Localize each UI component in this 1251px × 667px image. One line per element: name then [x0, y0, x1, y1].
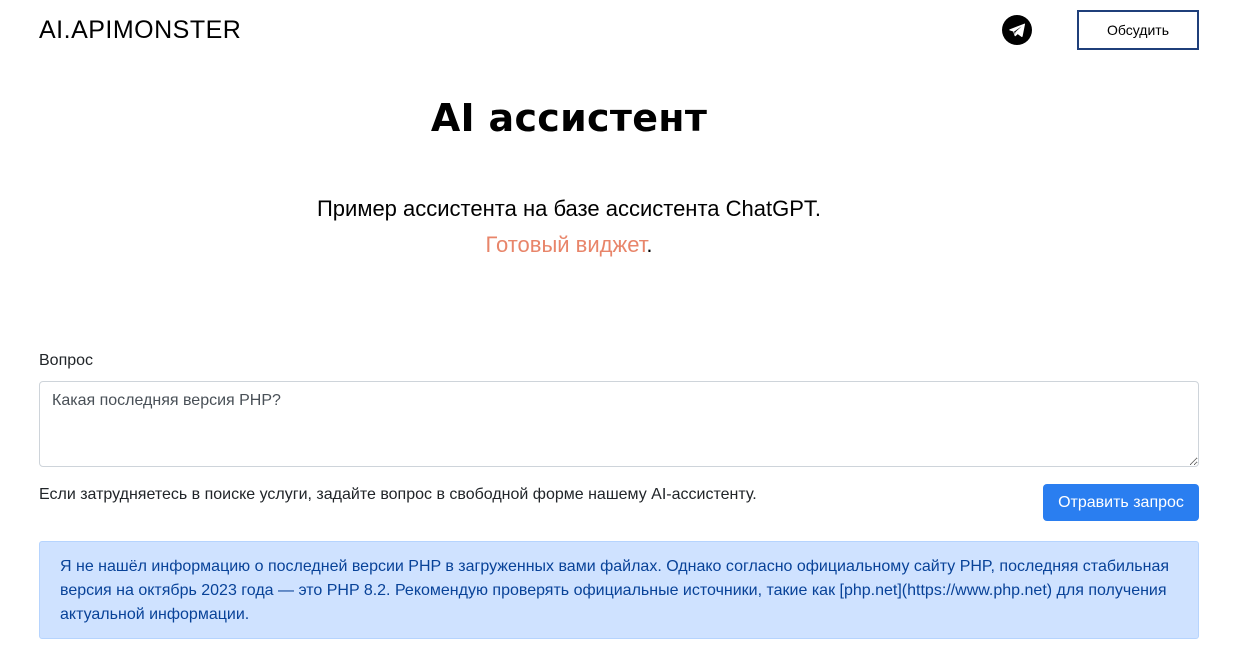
question-label: Вопрос [39, 352, 94, 369]
hint-text: Если затрудняетесь в поиске услуги, зада… [39, 486, 757, 503]
telegram-icon[interactable] [1002, 15, 1032, 45]
discuss-button[interactable]: Обсудить [1077, 10, 1199, 50]
submit-button[interactable]: Отравить запрос [1043, 484, 1199, 521]
page-title: AI ассистент [430, 96, 708, 140]
hero-subtitle-block: Пример ассистента на базе ассистента Cha… [0, 191, 1138, 263]
hero-subtitle: Пример ассистента на базе ассистента Cha… [316, 196, 821, 221]
answer-text: Я не нашёл информацию о последней версии… [60, 558, 1170, 623]
widget-line: Готовый виджет. [0, 227, 1138, 263]
question-input[interactable]: Какая последняя версия PHP? [39, 381, 1199, 467]
answer-alert: Я не нашёл информацию о последней версии… [39, 541, 1199, 639]
site-logo[interactable]: AI.APIMONSTER [39, 16, 241, 45]
widget-suffix: . [646, 232, 653, 257]
widget-link[interactable]: Готовый виджет [486, 232, 647, 257]
